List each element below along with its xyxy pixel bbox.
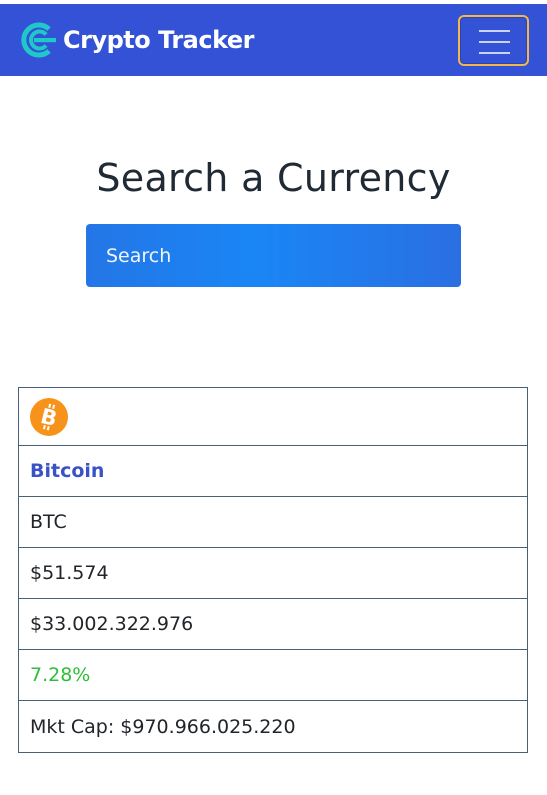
coin-market-cap: Mkt Cap: $970.966.025.220 [18,700,528,753]
coin-symbol-row: BTC [18,496,528,548]
navbar: Crypto Tracker [0,4,547,76]
brand-title: Crypto Tracker [63,26,255,54]
brand-link[interactable]: Crypto Tracker [18,20,255,60]
coin-volume: $33.002.322.976 [18,598,528,650]
hamburger-line [479,30,510,32]
search-input[interactable] [86,224,461,287]
hamburger-line [479,52,510,54]
coin-table: B Bitcoin BTC $51.574 $33.002.322.976 7.… [18,387,528,753]
hamburger-menu-button[interactable] [458,15,529,66]
crypto-tracker-logo-icon [21,22,56,58]
coin-price-row: $51.574 [18,547,528,599]
coin-name-row: Bitcoin [18,445,528,497]
hamburger-line [479,41,510,43]
coin-market-cap-row: Mkt Cap: $970.966.025.220 [18,700,528,753]
coin-icon-cell: B [18,387,528,446]
page-title: Search a Currency [96,156,451,200]
coin-icon-row: B [18,387,528,446]
coin-volume-row: $33.002.322.976 [18,598,528,650]
coin-price: $51.574 [18,547,528,599]
coin-price-change: 7.28% [18,649,528,701]
coin-name[interactable]: Bitcoin [18,445,528,497]
coin-change-row: 7.28% [18,649,528,701]
bitcoin-icon: B [30,397,68,436]
coin-symbol: BTC [18,496,528,548]
